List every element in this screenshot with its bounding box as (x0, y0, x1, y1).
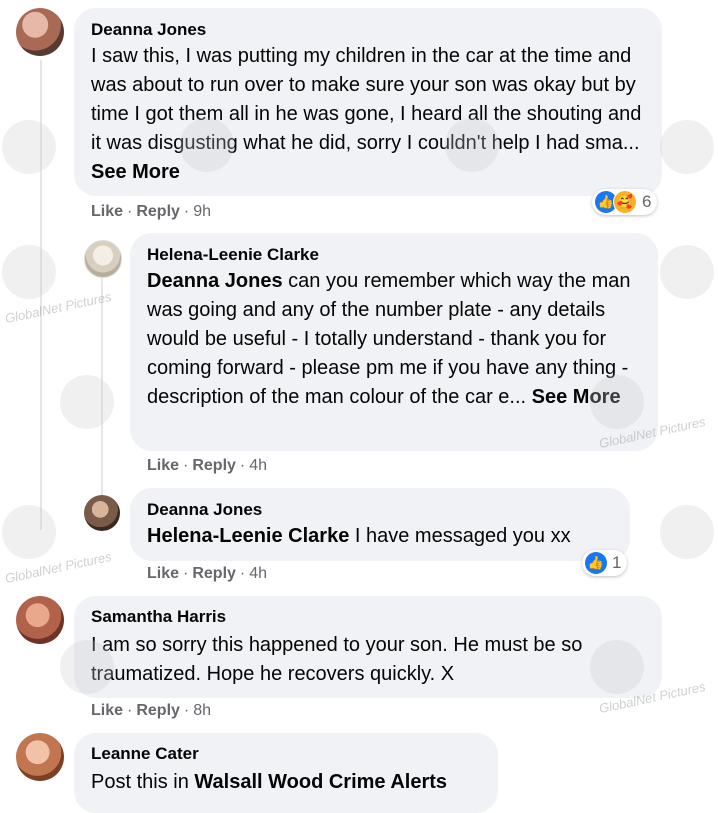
separator: · (239, 457, 246, 474)
thumbs-up-icon: 👍 (585, 552, 607, 574)
reply-button[interactable]: Reply (136, 702, 180, 719)
comment-timestamp[interactable]: 8h (193, 702, 211, 719)
comment-timestamp[interactable]: 4h (249, 457, 267, 474)
see-more-link[interactable]: See More (532, 386, 621, 408)
watermark-globe-icon (660, 120, 714, 174)
comment-author[interactable]: Samantha Harris (91, 607, 226, 627)
separator: · (239, 565, 246, 582)
watermark-text: GlobalNet Pictures (3, 548, 113, 587)
comment-text: Post this in Walsall Wood Crime Alerts (91, 768, 491, 797)
comment-body: I am so sorry this happened to your son.… (91, 634, 583, 685)
separator: · (127, 702, 133, 719)
separator: · (183, 203, 190, 220)
comment-actions: Like · Reply · 8h (91, 702, 211, 720)
care-emoji-icon: 🥰 (613, 190, 637, 214)
watermark-globe-icon (2, 245, 56, 299)
reply-button[interactable]: Reply (192, 457, 236, 474)
comment-author[interactable]: Deanna Jones (91, 20, 206, 40)
thread-line (40, 60, 42, 530)
reply-button[interactable]: Reply (136, 203, 180, 220)
avatar[interactable] (84, 240, 122, 278)
like-button[interactable]: Like (147, 457, 179, 474)
watermark-globe-icon (660, 505, 714, 559)
comment-text: I saw this, I was putting my children in… (91, 42, 651, 187)
separator: · (183, 565, 189, 582)
comment-timestamp[interactable]: 4h (249, 565, 267, 582)
watermark-globe-icon (60, 375, 114, 429)
reaction-count: 6 (642, 192, 652, 211)
avatar[interactable] (84, 495, 120, 531)
mention-link[interactable]: Walsall Wood Crime Alerts (194, 771, 447, 793)
comment-text: I am so sorry this happened to your son.… (91, 631, 651, 689)
separator: · (183, 457, 189, 474)
thread-line (101, 278, 103, 496)
reaction-count: 1 (612, 553, 622, 572)
mention-link[interactable]: Helena-Leenie Clarke (147, 525, 349, 547)
comment-body: I saw this, I was putting my children in… (91, 45, 642, 154)
reaction-summary[interactable]: 👍 1 (582, 550, 628, 576)
mention-link[interactable]: Deanna Jones (147, 270, 283, 292)
comment-actions: Like · Reply · 4h (147, 565, 267, 583)
avatar[interactable] (16, 8, 64, 56)
watermark-globe-icon (660, 245, 714, 299)
reply-button[interactable]: Reply (192, 565, 236, 582)
comment-actions: Like · Reply · 4h (147, 457, 267, 475)
avatar[interactable] (16, 596, 64, 644)
like-button[interactable]: Like (91, 702, 123, 719)
comment-author[interactable]: Leanne Cater (91, 744, 199, 764)
like-button[interactable]: Like (91, 203, 123, 220)
reaction-summary[interactable]: 👍 🥰 6 (592, 189, 658, 215)
watermark-globe-icon (2, 505, 56, 559)
separator: · (183, 702, 190, 719)
comment-author[interactable]: Helena-Leenie Clarke (147, 245, 319, 265)
like-button[interactable]: Like (147, 565, 179, 582)
comment-author[interactable]: Deanna Jones (147, 500, 262, 520)
comment-text: Deanna Jones can you remember which way … (147, 267, 647, 412)
comment-text: Helena-Leenie Clarke I have messaged you… (147, 522, 627, 551)
comment-actions: Like · Reply · 9h (91, 203, 211, 221)
separator: · (127, 203, 133, 220)
comment-body: I have messaged you xx (354, 525, 571, 547)
watermark-text: GlobalNet Pictures (3, 288, 113, 327)
watermark-globe-icon (2, 120, 56, 174)
see-more-link[interactable]: See More (91, 161, 180, 183)
avatar[interactable] (16, 733, 64, 781)
comment-timestamp[interactable]: 9h (193, 203, 211, 220)
comment-body: Post this in (91, 771, 189, 793)
